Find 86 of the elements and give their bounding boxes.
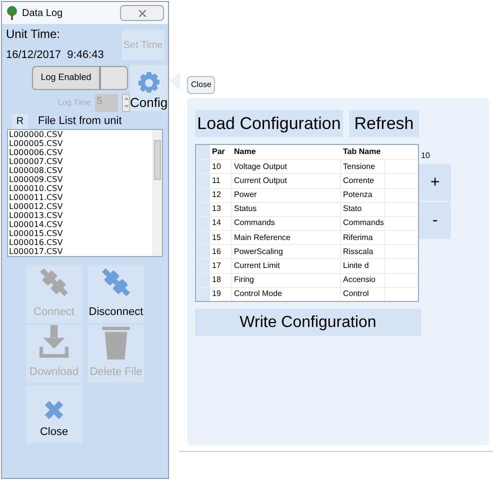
close-button[interactable]: Close [187, 76, 216, 94]
scrollbar[interactable] [152, 130, 162, 256]
table-cell: Status [232, 202, 341, 216]
table-cell: PowerScaling [232, 245, 341, 258]
close-button[interactable] [120, 5, 164, 21]
row-header[interactable] [196, 160, 210, 174]
unit-time-label: Unit Time: [6, 26, 62, 43]
refresh-button[interactable]: Refresh [349, 110, 419, 137]
table-cell: Corrente [341, 174, 385, 188]
corner-header[interactable] [196, 145, 210, 160]
file-list-item[interactable]: L000008.CSV [9, 166, 152, 175]
file-list[interactable]: L000000.CSV L000005.CSV L000006.CSV L000007.CSV L000008.CSV L000009.CSV L000010.CSV L000011.CSV L000012.CSV L000013.CSV L000014.CSV L000015.CSV L000016.CSV L000017.CSV [7, 129, 163, 257]
file-list-item[interactable]: L000013.CSV [9, 211, 152, 220]
row-header[interactable] [196, 216, 210, 230]
table-cell: 11 [210, 174, 232, 188]
row-header[interactable] [196, 288, 210, 301]
config-button[interactable]: Config [130, 64, 168, 110]
file-list-item[interactable]: L000007.CSV [9, 157, 152, 166]
spin-buttons[interactable] [122, 94, 130, 112]
table-cell: Power [232, 188, 341, 202]
minus-button[interactable]: - [419, 202, 451, 239]
file-list-item[interactable]: L000010.CSV [9, 184, 152, 193]
down-arrow-icon [124, 105, 129, 108]
file-list-item[interactable]: L000014.CSV [9, 220, 152, 229]
plus-button[interactable]: + [419, 164, 451, 201]
file-list-item[interactable]: L000000.CSV [9, 130, 152, 139]
pointer-icon [170, 72, 180, 90]
counter-value: 10 [421, 150, 431, 162]
window-title: Data Log [22, 6, 63, 20]
row-header[interactable] [196, 202, 210, 216]
table-cell: 13 [210, 202, 232, 216]
table-cell: 15 [210, 231, 232, 244]
table-cell: Commands [232, 216, 341, 230]
table-cell: Voltage Output [232, 160, 341, 174]
row-header[interactable] [196, 188, 210, 202]
gear-icon [136, 70, 161, 94]
column-header: Par [211, 146, 226, 158]
table-cell: Riferima [341, 231, 385, 244]
close-icon [44, 400, 64, 420]
table-cell: Commands [341, 216, 385, 230]
column-header: Tab Name [342, 146, 382, 158]
disconnect-button[interactable]: Disconnect [88, 265, 144, 323]
table-cell: Control Mode [232, 288, 341, 301]
log-enabled-toggle[interactable] [100, 66, 128, 90]
table-cell: Tensione [341, 160, 385, 174]
file-list-item[interactable]: L000009.CSV [9, 175, 152, 184]
file-list-item[interactable]: L000016.CSV [9, 238, 152, 247]
table-cell: Firing [232, 274, 341, 287]
file-list-item[interactable]: L000005.CSV [9, 139, 152, 148]
table-cell: Main Reference [232, 231, 341, 244]
table-cell: 12 [210, 188, 232, 202]
tree-icon [6, 6, 18, 20]
file-list-item[interactable]: L000011.CSV [9, 193, 152, 202]
unit-time-value: 16/12/2017 9:46:43 [6, 48, 105, 63]
load-configuration-button[interactable]: Load Configuration [195, 110, 343, 137]
file-list-item[interactable]: L000012.CSV [9, 202, 152, 211]
close-button[interactable]: Close [26, 385, 82, 443]
up-arrow-icon [124, 97, 129, 100]
file-list-item[interactable]: L000006.CSV [9, 148, 152, 157]
row-header[interactable] [196, 245, 210, 258]
row-header[interactable] [196, 231, 210, 244]
table-cell: 17 [210, 259, 232, 273]
column-header: Name [233, 146, 257, 158]
close-icon [138, 10, 146, 16]
table-cell: 16 [210, 245, 232, 258]
file-list-item[interactable]: L000015.CSV [9, 229, 152, 238]
file-list-item[interactable]: L000017.CSV [9, 247, 152, 256]
column-header: R [12, 114, 28, 129]
table-cell: Accensio [341, 274, 385, 287]
table-cell: 18 [210, 274, 232, 287]
table-cell: Current Output [232, 174, 341, 188]
table-cell: Risscala [341, 245, 385, 258]
row-header[interactable] [196, 174, 210, 188]
file-list-title: File List from unit [38, 114, 122, 128]
table-cell: Stato [341, 202, 385, 216]
table-cell: 19 [210, 288, 232, 301]
write-configuration-button[interactable]: Write Configuration [195, 309, 421, 336]
row-header[interactable] [196, 274, 210, 287]
row-header[interactable] [196, 259, 210, 273]
log-enabled-button[interactable]: Log Enabled [32, 66, 100, 90]
table-cell: Control [341, 288, 385, 301]
table-cell: 10 [210, 160, 232, 174]
table-cell: Linite d [341, 259, 385, 273]
table-cell: 14 [210, 216, 232, 230]
table-cell: Potenza [341, 188, 385, 202]
table-cell: Current Limit [232, 259, 341, 273]
